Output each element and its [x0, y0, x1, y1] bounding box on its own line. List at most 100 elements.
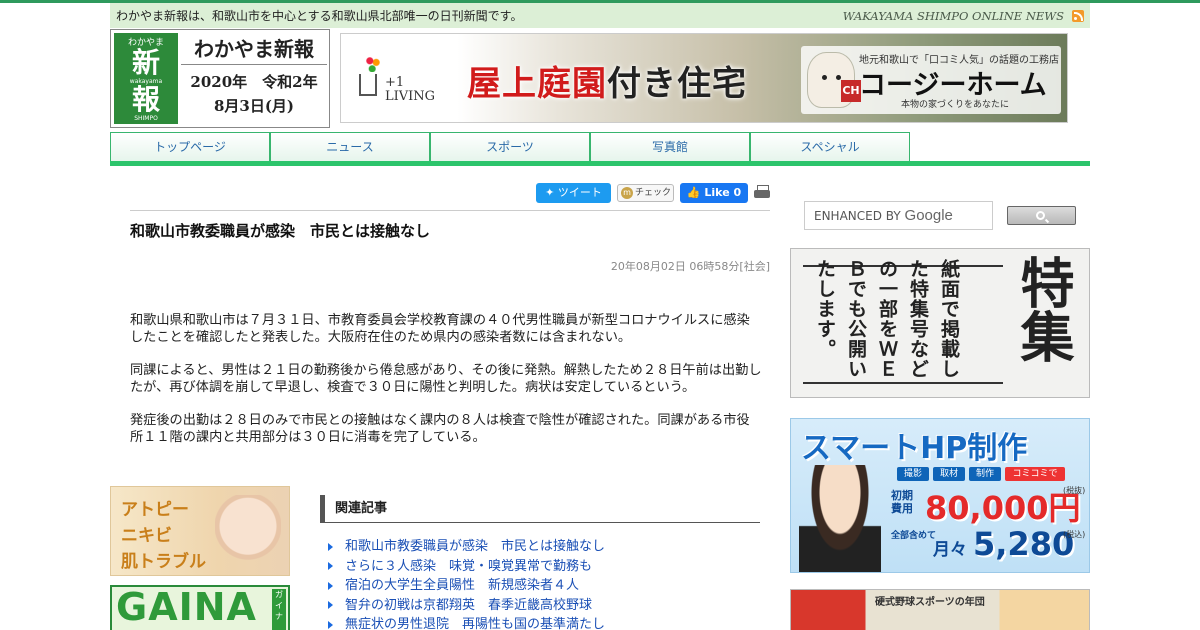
living-text: +1 LIVING	[385, 75, 436, 104]
house-icon	[359, 74, 377, 96]
gaina-logo: GAINA	[116, 585, 257, 629]
article-paragraph: 発症後の出勤は２８日のみで市民との接触はなく課内の８人は検査で陰性が確認された。…	[130, 413, 750, 445]
tweet-button[interactable]: ✦ ツイート	[536, 183, 611, 203]
mixi-icon: m	[621, 187, 633, 199]
arrow-right-icon	[328, 581, 333, 590]
search-placeholder: ENHANCED BY	[814, 209, 901, 223]
brand-english-text: WAKAYAMA SHIMPO ONLINE NEWS	[842, 8, 1064, 23]
page-wrapper: わかやま新報は、和歌山市を中心とする和歌山県北部唯一の日刊新聞です。 WAKAY…	[110, 3, 1090, 166]
smart-tax-2: (税込)	[1063, 530, 1086, 539]
smart-hp-ad[interactable]: スマートHP制作 撮影 取材 制作 コミコミで 初期 費用 80,000円 (税…	[790, 418, 1090, 573]
brand-english: WAKAYAMA SHIMPO ONLINE NEWS	[843, 9, 1084, 23]
arrow-right-icon	[328, 601, 333, 610]
mixi-check-label: チェック	[635, 188, 672, 198]
print-icon[interactable]	[754, 185, 770, 201]
smart-price-initial: 80,000円	[925, 489, 1081, 527]
gaina-ad[interactable]: GAINA ガイナ	[110, 585, 290, 630]
related-link[interactable]: 宿泊の大学生全員陽性 新規感染者４人	[345, 576, 579, 596]
banner-headline-red: 屋上庭園	[467, 64, 607, 104]
header-banner-ad[interactable]: +1 LIVING 屋上庭園付き住宅 CH 地元和歌山で「口コミ人気」の話題の工…	[340, 33, 1068, 123]
related-item[interactable]: 宿泊の大学生全員陽性 新規感染者４人	[328, 576, 760, 596]
article-paragraph: 同課によると、男性は２１日の勤務後から倦怠感があり、その後に発熱。解熱したため２…	[130, 363, 762, 395]
related-item[interactable]: 無症状の男性退院 再陽性も国の基準満たし	[328, 615, 760, 630]
like-label: Like 0	[704, 186, 742, 199]
issue-date-day: 8月3日(月)	[213, 97, 295, 115]
rss-icon[interactable]	[1072, 9, 1084, 22]
smart-title: スマートHP制作	[801, 431, 1028, 466]
related-link[interactable]: 和歌山市教委職員が感染 市民とは接触なし	[345, 537, 605, 557]
logo-title: わかやま新報	[181, 33, 327, 65]
atopy-ad[interactable]: アトピー ニキビ 肌トラブル	[110, 486, 290, 576]
search-button[interactable]	[1007, 206, 1076, 225]
nav-underline	[110, 161, 1090, 166]
article-title: 和歌山市教委職員が感染 市民とは接触なし	[130, 222, 431, 240]
company-mark: CH	[841, 80, 861, 102]
nav-tab-photos[interactable]: 写真館	[590, 132, 750, 161]
gaina-side: ガイナ	[272, 589, 286, 630]
smart-tags: 撮影 取材 制作 コミコミで	[897, 467, 1065, 481]
related-item[interactable]: 和歌山市教委職員が感染 市民とは接触なし	[328, 537, 760, 557]
logo-big-2: 報	[131, 83, 160, 116]
smart-tag: 取材	[933, 467, 965, 481]
yearbook-ad[interactable]: 硬式野球スポーツの年団	[790, 589, 1090, 630]
nav-tabs: トップページ ニュース スポーツ 写真館 スペシャル	[110, 132, 1090, 161]
search-input[interactable]: ENHANCED BY Google	[804, 201, 993, 230]
issue-date-year: 2020年 令和2年	[190, 73, 318, 91]
facebook-like-button[interactable]: 👍 Like 0	[680, 183, 748, 203]
article-top-rule	[130, 210, 770, 211]
mixi-check-button[interactable]: m チェック	[617, 184, 674, 202]
banner-headline-dark: 付き住宅	[607, 64, 747, 104]
arrow-right-icon	[328, 542, 333, 551]
yearbook-title: 硬式野球スポーツの年団	[875, 597, 985, 608]
logo-mark: わかやま 新 wakayama 報 SHIMPO	[114, 33, 178, 124]
tokushu-title: 特集	[1011, 255, 1075, 363]
nav-tab-sports[interactable]: スポーツ	[430, 132, 590, 161]
article-body: 和歌山県和歌山市は７月３１日、市教育委員会学校教育課の４０代男性職員が新型コロナ…	[130, 312, 762, 462]
banner-company: CH 地元和歌山で「口コミ人気」の話題の工務店 コージーホーム 本物の家づくりを…	[801, 46, 1061, 114]
smart-tag: 制作	[969, 467, 1001, 481]
related-heading: 関連記事	[320, 495, 760, 522]
related-heading-rule	[320, 522, 760, 523]
atopy-line-1: アトピー	[121, 500, 189, 520]
article-paragraph: 和歌山県和歌山市は７月３１日、市教育委員会学校教育課の４０代男性職員が新型コロナ…	[130, 313, 750, 345]
related-articles: 関連記事 和歌山市教委職員が感染 市民とは接触なし さらに３人感染 味覚・嗅覚異…	[320, 495, 760, 630]
tweet-label: ツイート	[557, 186, 602, 199]
header: わかやま 新 wakayama 報 SHIMPO わかやま新報 2020年 令和…	[110, 28, 1090, 132]
smart-initial: 初期 費用	[891, 489, 913, 515]
atopy-line-3: 肌トラブル	[121, 552, 206, 572]
atopy-line-2: ニキビ	[121, 526, 172, 546]
related-item[interactable]: 智弁の初戦は京都翔英 春季近畿高校野球	[328, 596, 760, 616]
info-bar: わかやま新報は、和歌山市を中心とする和歌山県北部唯一の日刊新聞です。 WAKAY…	[110, 3, 1090, 28]
nav-tab-news[interactable]: ニュース	[270, 132, 430, 161]
smart-tax-1: (税抜)	[1063, 486, 1086, 495]
face-photo	[215, 495, 281, 573]
tokushu-banner[interactable]: 紙面で掲載した特集号などの一部をＷＥＢでも公開いたします。 特集	[790, 248, 1090, 398]
smart-tag: コミコミで	[1005, 467, 1065, 481]
logo-en: SHIMPO	[134, 115, 158, 122]
nav-tab-special[interactable]: スペシャル	[750, 132, 910, 161]
site-tagline: わかやま新報は、和歌山市を中心とする和歌山県北部唯一の日刊新聞です。	[116, 9, 523, 23]
share-buttons: ✦ ツイート m チェック 👍 Like 0	[536, 183, 770, 203]
twitter-bird-icon: ✦	[545, 186, 558, 199]
related-link[interactable]: 智弁の初戦は京都翔英 春季近畿高校野球	[345, 596, 592, 616]
living-logo: +1 LIVING	[359, 56, 449, 106]
site-logo[interactable]: わかやま 新 wakayama 報 SHIMPO わかやま新報 2020年 令和…	[110, 29, 330, 128]
related-item[interactable]: さらに３人感染 味覚・嗅覚異常で勤務も	[328, 557, 760, 577]
issue-date: 2020年 令和2年 8月3日(月)	[181, 70, 327, 118]
arrow-right-icon	[328, 562, 333, 571]
smart-monthly-label: 全部含めて	[891, 531, 937, 541]
main-nav: トップページ ニュース スポーツ 写真館 スペシャル	[110, 132, 1090, 166]
smart-monthly: 月々	[933, 540, 967, 560]
related-link[interactable]: さらに３人感染 味覚・嗅覚異常で勤務も	[345, 557, 592, 577]
nav-tab-top[interactable]: トップページ	[110, 132, 270, 161]
woman-photo	[799, 465, 881, 572]
related-link[interactable]: 無症状の男性退院 再陽性も国の基準満たし	[345, 615, 605, 630]
logo-big-1: 新	[131, 46, 160, 79]
company-foot: 本物の家づくりをあなたに	[901, 100, 1010, 110]
site-search: ENHANCED BY Google	[804, 201, 1076, 231]
living-dots-icon	[365, 56, 381, 72]
banner-headline: 屋上庭園付き住宅	[467, 56, 747, 105]
google-logo: Google	[904, 207, 953, 224]
tokushu-text: 紙面で掲載した特集号などの一部をＷＥＢでも公開いたします。	[814, 259, 960, 379]
related-list: 和歌山市教委職員が感染 市民とは接触なし さらに３人感染 味覚・嗅覚異常で勤務も…	[328, 537, 760, 630]
